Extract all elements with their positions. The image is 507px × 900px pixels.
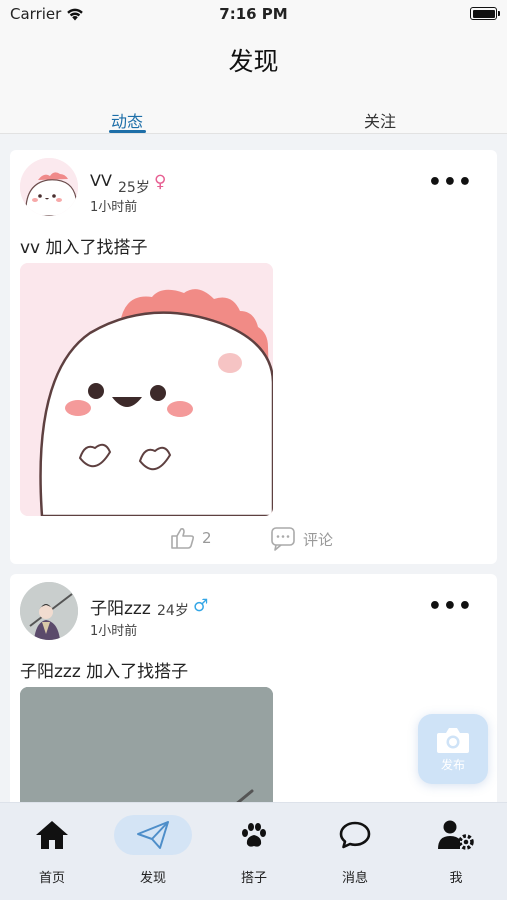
age-label: 24岁	[157, 603, 189, 619]
female-icon: ♀	[154, 172, 167, 192]
nav-header: 发现 动态 关注	[0, 28, 507, 134]
post-time: 1小时前	[90, 624, 138, 639]
post-actions: 2 评论	[10, 526, 497, 556]
more-options-button[interactable]: •••	[428, 596, 473, 618]
comment-button[interactable]: 评论	[270, 526, 333, 552]
page-title: 发现	[228, 47, 279, 76]
user-settings-icon	[438, 820, 474, 850]
active-tab-indicator	[109, 130, 146, 133]
post-text: vv 加入了找搭子	[20, 238, 148, 258]
chat-bubble-icon	[339, 821, 371, 849]
tabbar-item-partner[interactable]: 搭子	[214, 813, 294, 889]
paper-plane-icon	[137, 821, 169, 849]
swordsman-avatar-image	[20, 582, 78, 640]
like-count: 2	[202, 529, 212, 547]
dino-illustration	[20, 263, 273, 516]
post-image[interactable]	[20, 263, 273, 516]
battery-icon	[470, 7, 500, 20]
tab-following[interactable]: 关注	[330, 108, 430, 132]
tabbar-item-messages[interactable]: 消息	[315, 813, 395, 889]
post-image[interactable]	[20, 687, 273, 802]
post-text: 子阳zzz 加入了找搭子	[20, 662, 189, 682]
tabbar-item-discover[interactable]: 发现	[113, 813, 193, 889]
male-icon: ♂	[193, 596, 209, 616]
comment-label: 评论	[303, 530, 334, 549]
post-card[interactable]: VV 25岁 ♀ 1小时前 ••• vv 加入了找搭子 2 评论	[10, 150, 497, 564]
username[interactable]: 子阳zzz	[90, 594, 151, 619]
username[interactable]: VV	[90, 171, 112, 190]
tabbar-label: 消息	[341, 871, 368, 886]
publish-button[interactable]: 发布	[418, 714, 488, 784]
thumbs-up-icon	[171, 528, 195, 549]
tab-dynamic[interactable]: 动态	[77, 108, 177, 132]
avatar[interactable]	[20, 582, 78, 640]
avatar[interactable]	[20, 158, 78, 216]
status-time: 7:16 PM	[219, 5, 288, 23]
feed-list[interactable]: VV 25岁 ♀ 1小时前 ••• vv 加入了找搭子 2 评论 子阳zzz 2…	[0, 134, 507, 802]
age-label: 25岁	[118, 180, 150, 196]
like-button[interactable]: 2	[170, 526, 212, 550]
status-bar: Carrier 7:16 PM	[0, 0, 507, 28]
post-time: 1小时前	[90, 200, 138, 215]
tabbar-label: 首页	[38, 871, 65, 886]
comment-icon	[271, 527, 295, 551]
tabbar-label: 发现	[139, 871, 166, 886]
bottom-tab-bar: 首页 发现 搭子 消息 我	[0, 802, 507, 900]
post-photo	[20, 687, 273, 802]
tabbar-item-home[interactable]: 首页	[12, 813, 92, 889]
tabbar-label: 搭子	[240, 871, 267, 886]
dino-avatar-image	[20, 158, 78, 216]
publish-label: 发布	[440, 757, 465, 772]
top-tabs: 动态 关注	[0, 104, 507, 134]
paw-icon	[242, 823, 266, 847]
home-icon	[36, 821, 68, 849]
tabbar-label: 我	[449, 871, 463, 886]
tabbar-item-me[interactable]: 我	[416, 813, 496, 889]
more-options-button[interactable]: •••	[428, 172, 473, 194]
camera-icon	[437, 727, 469, 753]
